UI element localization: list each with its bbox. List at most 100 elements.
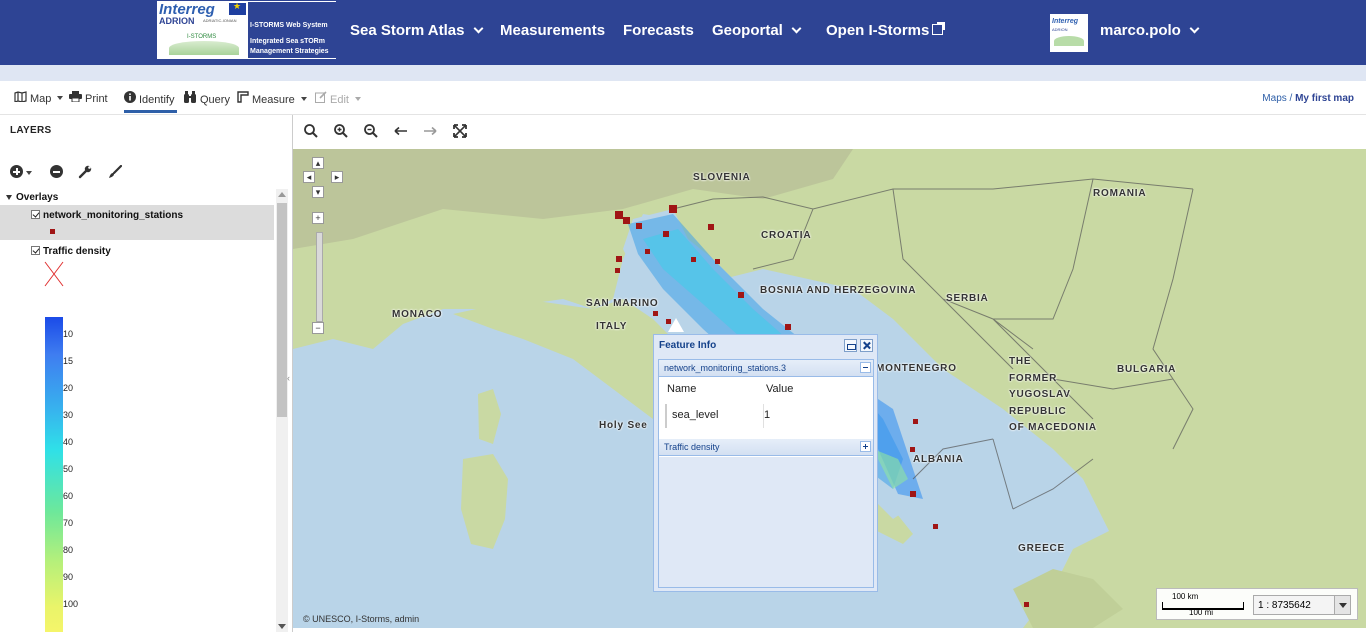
square-symbol-icon xyxy=(50,229,55,234)
nav-geoportal-label: Geoportal xyxy=(712,22,783,39)
map-toolbar: Map Print Identify Query Measure Edit Ma… xyxy=(0,82,1366,115)
overlays-group[interactable]: Overlays xyxy=(6,192,58,203)
interreg-istorms-logo[interactable]: Interreg ADRION ADRIATIC-IONIAN I-STORMS… xyxy=(156,0,337,60)
print-button[interactable]: Print xyxy=(69,91,108,105)
close-icon[interactable] xyxy=(860,339,873,352)
expand-icon[interactable] xyxy=(860,441,871,452)
layer-checkbox[interactable] xyxy=(31,246,40,255)
measure-button[interactable]: Measure xyxy=(237,91,307,106)
info-icon xyxy=(124,91,136,103)
identify-button[interactable]: Identify xyxy=(124,91,174,106)
wave-icon xyxy=(169,41,239,55)
map-icon xyxy=(14,91,27,102)
scale-select[interactable]: 1 : 8735642 xyxy=(1253,595,1351,615)
zoom-out-icon[interactable] xyxy=(363,123,379,139)
pan-right-button[interactable]: ▸ xyxy=(331,171,343,183)
active-tool-indicator xyxy=(124,110,177,113)
layers-panel: LAYERS Overlays network_monitoring_stati… xyxy=(0,115,293,632)
scroll-down-icon[interactable] xyxy=(278,624,286,629)
user-menu[interactable]: marco.polo xyxy=(1100,22,1200,39)
nav-forecasts[interactable]: Forecasts xyxy=(623,22,694,39)
country-label: Holy See xyxy=(599,420,648,431)
zoom-in-icon[interactable] xyxy=(333,123,349,139)
map-zoom-out-button[interactable]: − xyxy=(312,322,324,334)
fullscreen-icon[interactable] xyxy=(452,123,468,139)
attribute-name: sea_level xyxy=(672,409,719,421)
wave-icon xyxy=(1054,36,1084,46)
map-tools-bar xyxy=(293,115,1366,149)
section-title: network_monitoring_stations.3 xyxy=(664,363,787,373)
logo-istorms-text: I-STORMS xyxy=(187,34,217,40)
map-zoom-in-button[interactable]: + xyxy=(312,212,324,224)
query-label: Query xyxy=(200,94,230,106)
layer-checkbox[interactable] xyxy=(31,210,40,219)
paintbrush-icon xyxy=(109,164,123,178)
logo-tagline: Integrated Sea sTORm Management Strategi… xyxy=(250,38,329,55)
remove-layer-button[interactable] xyxy=(50,165,66,181)
collapse-panel-handle[interactable]: ‹ xyxy=(287,373,290,383)
map-menu-button[interactable]: Map xyxy=(14,91,64,105)
pin-icon[interactable] xyxy=(844,339,857,352)
edit-button[interactable]: Edit xyxy=(315,91,361,106)
nav-measurements[interactable]: Measurements xyxy=(500,22,605,39)
layer-traffic-density[interactable]: Traffic density xyxy=(31,246,111,257)
expand-arrow-icon[interactable] xyxy=(6,195,12,200)
ruler-icon xyxy=(237,91,249,103)
user-avatar[interactable]: Interreg ADRION xyxy=(1050,14,1088,52)
country-label: ITALY xyxy=(596,321,628,332)
avatar-logo-sub: ADRION xyxy=(1052,27,1068,32)
legend-label: 15 xyxy=(63,356,74,366)
scroll-thumb[interactable] xyxy=(277,203,287,417)
layer-style-button[interactable] xyxy=(108,164,124,181)
map-menu-label: Map xyxy=(30,93,52,105)
popup-empty-pane xyxy=(659,457,873,587)
column-value: Value xyxy=(766,383,794,395)
caret-down-icon xyxy=(300,97,307,101)
collapse-icon[interactable] xyxy=(860,362,871,373)
country-label: ALBANIA xyxy=(913,454,964,465)
nav-open-istorms[interactable]: Open I-Storms xyxy=(826,22,946,39)
nav-geoportal[interactable]: Geoportal xyxy=(712,22,802,39)
scale-value: 1 : 8735642 xyxy=(1258,600,1311,611)
section-title: Traffic density xyxy=(664,442,720,452)
map-attribution: © UNESCO, I-Storms, admin xyxy=(303,614,420,624)
search-icon[interactable] xyxy=(303,123,319,139)
legend-label: 40 xyxy=(63,437,74,447)
breadcrumb-maps[interactable]: Maps xyxy=(1262,93,1286,104)
traffic-density-legend-bar xyxy=(45,317,63,632)
country-label: FORMER xyxy=(1009,373,1058,384)
avatar-logo-text: Interreg xyxy=(1052,18,1079,25)
layer-properties-button[interactable] xyxy=(78,165,94,181)
scale-km-label: 100 km xyxy=(1172,592,1199,601)
nav-forecasts-label: Forecasts xyxy=(623,22,694,39)
logo-adrion-text: ADRION xyxy=(159,16,195,26)
layer-network-monitoring-stations[interactable]: network_monitoring_stations xyxy=(31,210,183,221)
layer-tree-scrollbar[interactable] xyxy=(276,189,288,632)
back-arrow-icon[interactable] xyxy=(393,123,409,139)
section-traffic-density[interactable]: Traffic density xyxy=(659,439,873,456)
breadcrumb-separator: / xyxy=(1289,93,1293,104)
country-label: OF MACEDONIA xyxy=(1009,422,1097,433)
breadcrumb: Maps / My first map xyxy=(1262,93,1354,104)
chevron-down-icon[interactable] xyxy=(1334,596,1350,614)
section-network-monitoring[interactable]: network_monitoring_stations.3 xyxy=(659,360,873,377)
country-label: BOSNIA AND HERZEGOVINA xyxy=(760,285,917,296)
zoom-slider[interactable] xyxy=(316,232,323,322)
pan-down-button[interactable]: ▾ xyxy=(312,186,324,198)
attribute-row[interactable]: sea_level 1 xyxy=(665,404,855,428)
caret-down-icon[interactable] xyxy=(26,171,32,175)
pan-left-button[interactable]: ◂ xyxy=(303,171,315,183)
identify-label: Identify xyxy=(139,94,175,106)
legend-label: 90 xyxy=(63,572,74,582)
query-button[interactable]: Query xyxy=(183,91,230,106)
legend-label: 100 xyxy=(63,599,79,609)
add-layer-button[interactable] xyxy=(10,165,26,181)
pan-up-button[interactable]: ▴ xyxy=(312,157,324,169)
popup-anchor-pointer xyxy=(668,318,684,332)
legend-label: 80 xyxy=(63,545,74,555)
scroll-up-icon[interactable] xyxy=(278,192,286,197)
chevron-down-icon xyxy=(791,23,802,34)
nav-sea-storm-atlas[interactable]: Sea Storm Atlas xyxy=(350,22,483,39)
forward-arrow-icon[interactable] xyxy=(422,123,438,139)
eu-flag-icon xyxy=(229,1,246,15)
